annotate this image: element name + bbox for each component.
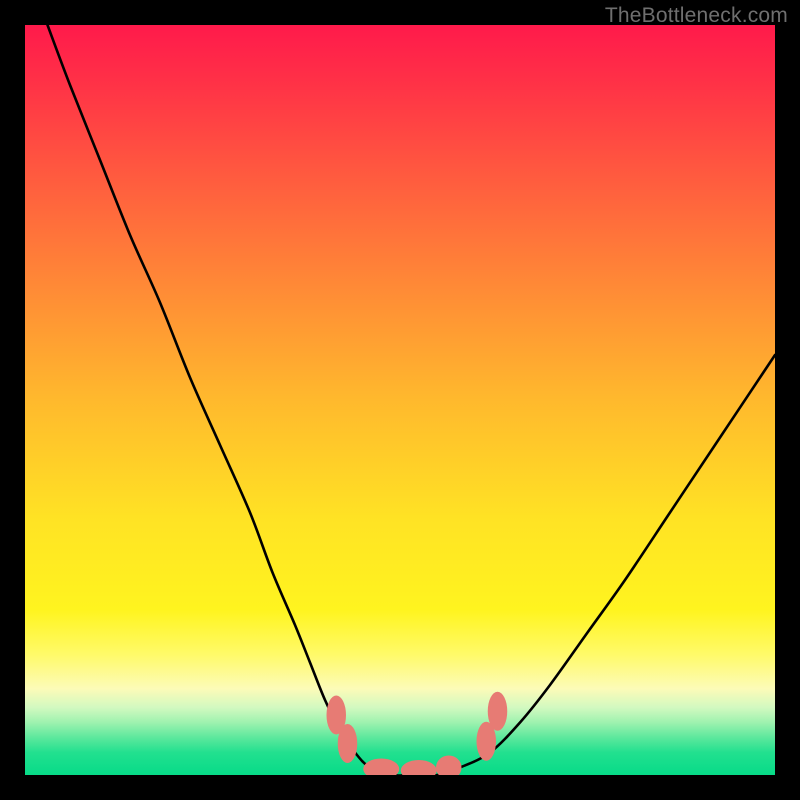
data-marker [436,756,462,776]
bottleneck-curve [48,25,776,775]
watermark-text: TheBottleneck.com [605,4,788,28]
plot-area [25,25,775,775]
data-marker [401,760,437,775]
data-marker [488,692,508,731]
data-marker [363,758,399,775]
curve-layer [25,25,775,775]
chart-frame: TheBottleneck.com [0,0,800,800]
data-marker [338,724,358,763]
data-markers [327,692,508,775]
